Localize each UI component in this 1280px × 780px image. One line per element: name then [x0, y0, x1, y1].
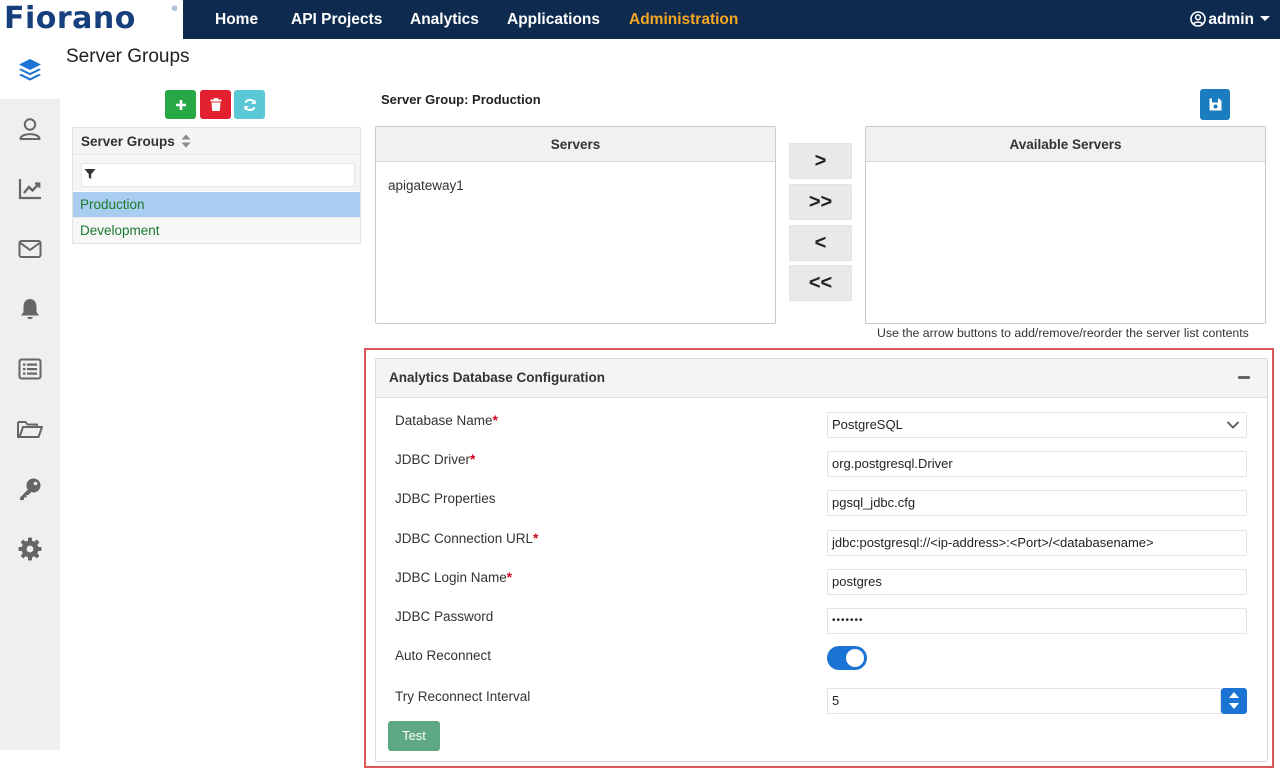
toggle-knob	[846, 649, 864, 667]
server-item-apigateway1[interactable]: apigateway1	[388, 178, 464, 193]
interval-stepper[interactable]	[1221, 688, 1247, 714]
db-config-title: Analytics Database Configuration	[389, 370, 606, 385]
filter-icon	[84, 169, 96, 179]
nav-api-projects[interactable]: API Projects	[291, 0, 382, 39]
jdbc-login-name-field[interactable]: postgres	[827, 569, 1247, 595]
gear-icon[interactable]	[15, 534, 45, 564]
database-name-select[interactable]: PostgreSQL	[827, 412, 1247, 438]
filter-row	[73, 156, 360, 191]
jdbc-password-field[interactable]: •••••••	[827, 608, 1247, 634]
delete-group-button[interactable]	[200, 90, 231, 119]
auto-reconnect-label: Auto Reconnect	[395, 648, 492, 663]
jdbc-connection-url-field[interactable]: jdbc:postgresql://<ip-address>:<Port>/<d…	[827, 530, 1247, 556]
user-menu[interactable]: admin	[1190, 0, 1270, 39]
logo-text: Fiorano	[4, 1, 136, 36]
jdbc-driver-label: JDBC Driver*	[395, 452, 476, 467]
chart-icon[interactable]	[15, 174, 45, 204]
move-right-button[interactable]: >	[789, 143, 852, 179]
try-reconnect-interval-field[interactable]: 5	[827, 688, 1221, 714]
plus-icon	[175, 99, 186, 110]
key-icon[interactable]	[15, 474, 45, 504]
try-reconnect-interval-label: Try Reconnect Interval	[395, 689, 531, 704]
sort-icon[interactable]	[180, 133, 192, 149]
stepper-down-icon[interactable]	[1229, 703, 1239, 709]
server-groups-header-label: Server Groups	[81, 134, 175, 149]
add-group-button[interactable]	[165, 90, 196, 119]
list-item-production[interactable]: Production	[73, 192, 360, 218]
move-all-right-button[interactable]: >>	[789, 184, 852, 220]
move-all-left-button[interactable]: <<	[789, 265, 852, 301]
jdbc-connection-url-label: JDBC Connection URL*	[395, 531, 539, 546]
save-icon	[1209, 98, 1221, 111]
filter-input[interactable]	[81, 163, 355, 187]
trash-icon	[210, 98, 221, 111]
server-group-title: Server Group: Production	[381, 92, 541, 107]
chevron-down-icon	[1260, 16, 1270, 21]
chevron-down-icon	[1226, 421, 1240, 429]
server-groups-list: Server Groups Production Development	[72, 127, 361, 244]
user-name: admin	[1208, 11, 1254, 28]
jdbc-properties-field[interactable]: pgsql_jdbc.cfg	[827, 490, 1247, 516]
available-servers-box: Available Servers	[865, 126, 1266, 324]
arrow-buttons-hint: Use the arrow buttons to add/remove/reor…	[877, 326, 1249, 340]
jdbc-password-label: JDBC Password	[395, 609, 494, 624]
test-button[interactable]: Test	[388, 721, 440, 751]
list-item-development[interactable]: Development	[73, 217, 360, 243]
sidebar	[0, 39, 60, 750]
move-left-button[interactable]: <	[789, 225, 852, 261]
mail-icon[interactable]	[15, 234, 45, 264]
page-title: Server Groups	[66, 46, 190, 67]
refresh-button[interactable]	[234, 90, 265, 119]
jdbc-driver-field[interactable]: org.postgresql.Driver	[827, 451, 1247, 477]
logo-registered-mark: ®	[172, 6, 178, 13]
layers-icon[interactable]	[15, 54, 45, 84]
available-servers-header: Available Servers	[866, 127, 1265, 162]
folder-open-icon[interactable]	[15, 414, 45, 444]
jdbc-login-name-label: JDBC Login Name*	[395, 570, 513, 585]
user-icon[interactable]	[15, 114, 45, 144]
save-button[interactable]	[1200, 89, 1230, 120]
database-name-value: PostgreSQL	[832, 417, 903, 432]
nav-applications[interactable]: Applications	[507, 0, 600, 39]
jdbc-properties-label: JDBC Properties	[395, 491, 496, 506]
servers-box: Servers apigateway1	[375, 126, 776, 324]
bell-icon[interactable]	[15, 294, 45, 324]
list-icon[interactable]	[15, 354, 45, 384]
nav-analytics[interactable]: Analytics	[410, 0, 479, 39]
servers-header: Servers	[376, 127, 775, 162]
database-name-label: Database Name*	[395, 413, 498, 428]
server-groups-header[interactable]: Server Groups	[73, 128, 360, 155]
auto-reconnect-toggle[interactable]	[827, 646, 867, 670]
collapse-icon[interactable]	[1238, 376, 1250, 379]
db-config-header: Analytics Database Configuration	[376, 359, 1267, 398]
fiorano-logo[interactable]: Fiorano ®	[0, 0, 183, 39]
top-nav-bar: Fiorano ® Home API Projects Analytics Ap…	[0, 0, 1280, 39]
refresh-icon	[243, 98, 256, 111]
user-circle-icon	[1190, 11, 1207, 27]
stepper-up-icon[interactable]	[1229, 692, 1239, 698]
nav-home[interactable]: Home	[215, 0, 258, 39]
nav-administration[interactable]: Administration	[629, 0, 738, 39]
